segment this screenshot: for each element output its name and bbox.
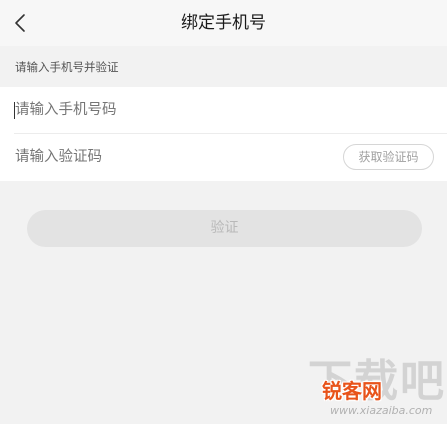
phone-row: [0, 87, 447, 133]
phone-input[interactable]: [15, 87, 425, 133]
verification-code-input[interactable]: [15, 134, 325, 180]
page-title: 绑定手机号: [181, 13, 266, 33]
get-code-button[interactable]: 获取验证码: [343, 144, 434, 170]
watermark-logo: 锐客网: [322, 379, 382, 403]
section-label: 请输入手机号并验证: [15, 60, 119, 74]
nav-bar: 绑定手机号: [0, 0, 447, 46]
verify-button[interactable]: 验证: [27, 210, 422, 247]
form-card: 获取验证码: [0, 87, 447, 181]
watermark-url: www.xiazaiba.com: [330, 404, 433, 417]
watermark: 下载吧 锐客网 www.xiazaiba.com: [300, 360, 447, 424]
text-cursor: [14, 102, 15, 119]
code-row: 获取验证码: [0, 134, 447, 180]
